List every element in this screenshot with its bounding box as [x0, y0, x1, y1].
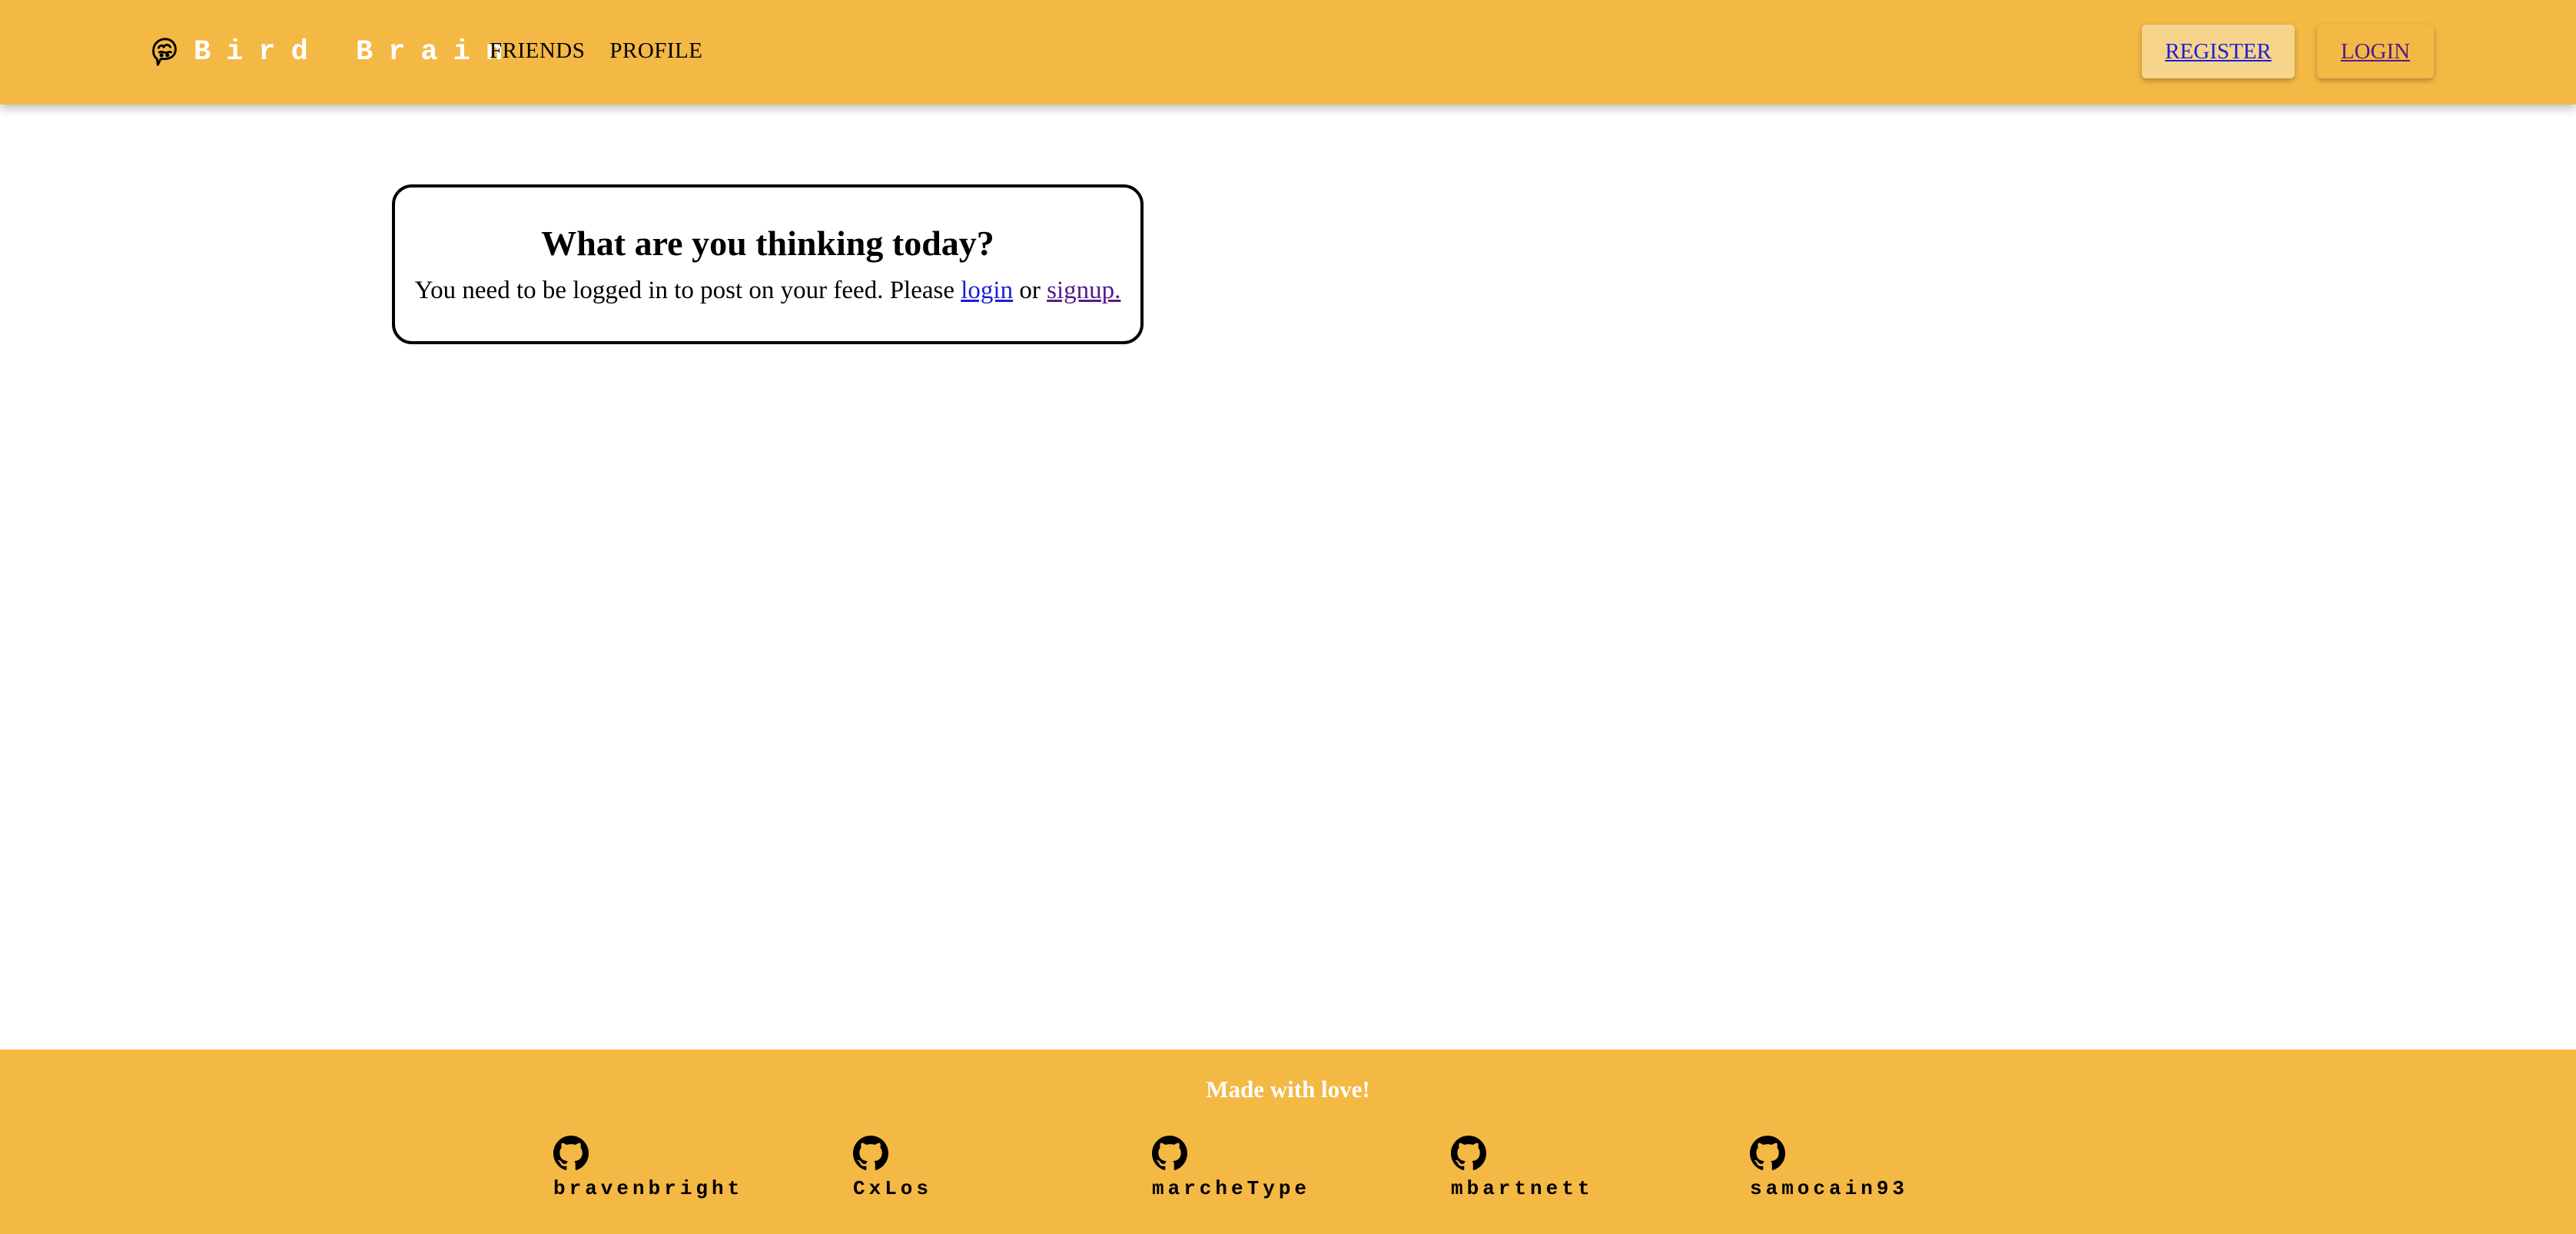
contributor-name: samocain93: [1750, 1177, 1909, 1200]
github-icon: [1750, 1136, 1785, 1170]
card-message-text: You need to be logged in to post on your…: [414, 277, 955, 304]
register-link[interactable]: REGISTER: [2165, 39, 2272, 65]
footer: Made with love! bravenbright CxLos march…: [0, 1050, 2576, 1234]
navbar: Bird Brain FRIENDS PROFILE REGISTER LOGI…: [0, 0, 2576, 104]
page: Bird Brain FRIENDS PROFILE REGISTER LOGI…: [0, 0, 2576, 1234]
post-prompt-card: What are you thinking today? You need to…: [392, 184, 1144, 344]
card-login-link[interactable]: login: [961, 277, 1013, 304]
brand-home-link[interactable]: Bird Brain: [146, 34, 518, 71]
contributor-link-cxlos[interactable]: CxLos: [853, 1136, 932, 1200]
contributor-link-samocain93[interactable]: samocain93: [1750, 1136, 1908, 1200]
card-login-message: You need to be logged in to post on your…: [395, 278, 1140, 304]
nav-link-friends[interactable]: FRIENDS: [490, 38, 585, 64]
contributor-link-marchetype[interactable]: marcheType: [1152, 1136, 1310, 1200]
github-icon: [1152, 1136, 1187, 1170]
contributor-name: marcheType: [1152, 1177, 1311, 1200]
github-icon: [1451, 1136, 1486, 1170]
card-signup-link[interactable]: signup.: [1047, 277, 1120, 304]
main-nav: FRIENDS PROFILE: [490, 38, 703, 64]
contributor-name: CxLos: [853, 1177, 933, 1200]
brand-name: Bird Brain: [194, 36, 519, 68]
bird-brain-logo-icon: [152, 38, 177, 66]
contributor-link-bravenbright[interactable]: bravenbright: [553, 1136, 743, 1200]
contributor-name: mbartnett: [1451, 1177, 1594, 1200]
contributor-name: bravenbright: [553, 1177, 744, 1200]
github-icon: [853, 1136, 888, 1170]
nav-link-profile[interactable]: PROFILE: [609, 38, 702, 64]
footer-title: Made with love!: [1206, 1076, 1370, 1103]
register-button[interactable]: REGISTER: [2142, 25, 2295, 78]
login-button[interactable]: LOGIN: [2317, 25, 2434, 78]
card-or-text: or: [1019, 277, 1041, 304]
contributor-link-mbartnett[interactable]: mbartnett: [1451, 1136, 1593, 1200]
login-link[interactable]: LOGIN: [2341, 39, 2410, 65]
card-title: What are you thinking today?: [541, 224, 994, 263]
github-icon: [553, 1136, 589, 1170]
